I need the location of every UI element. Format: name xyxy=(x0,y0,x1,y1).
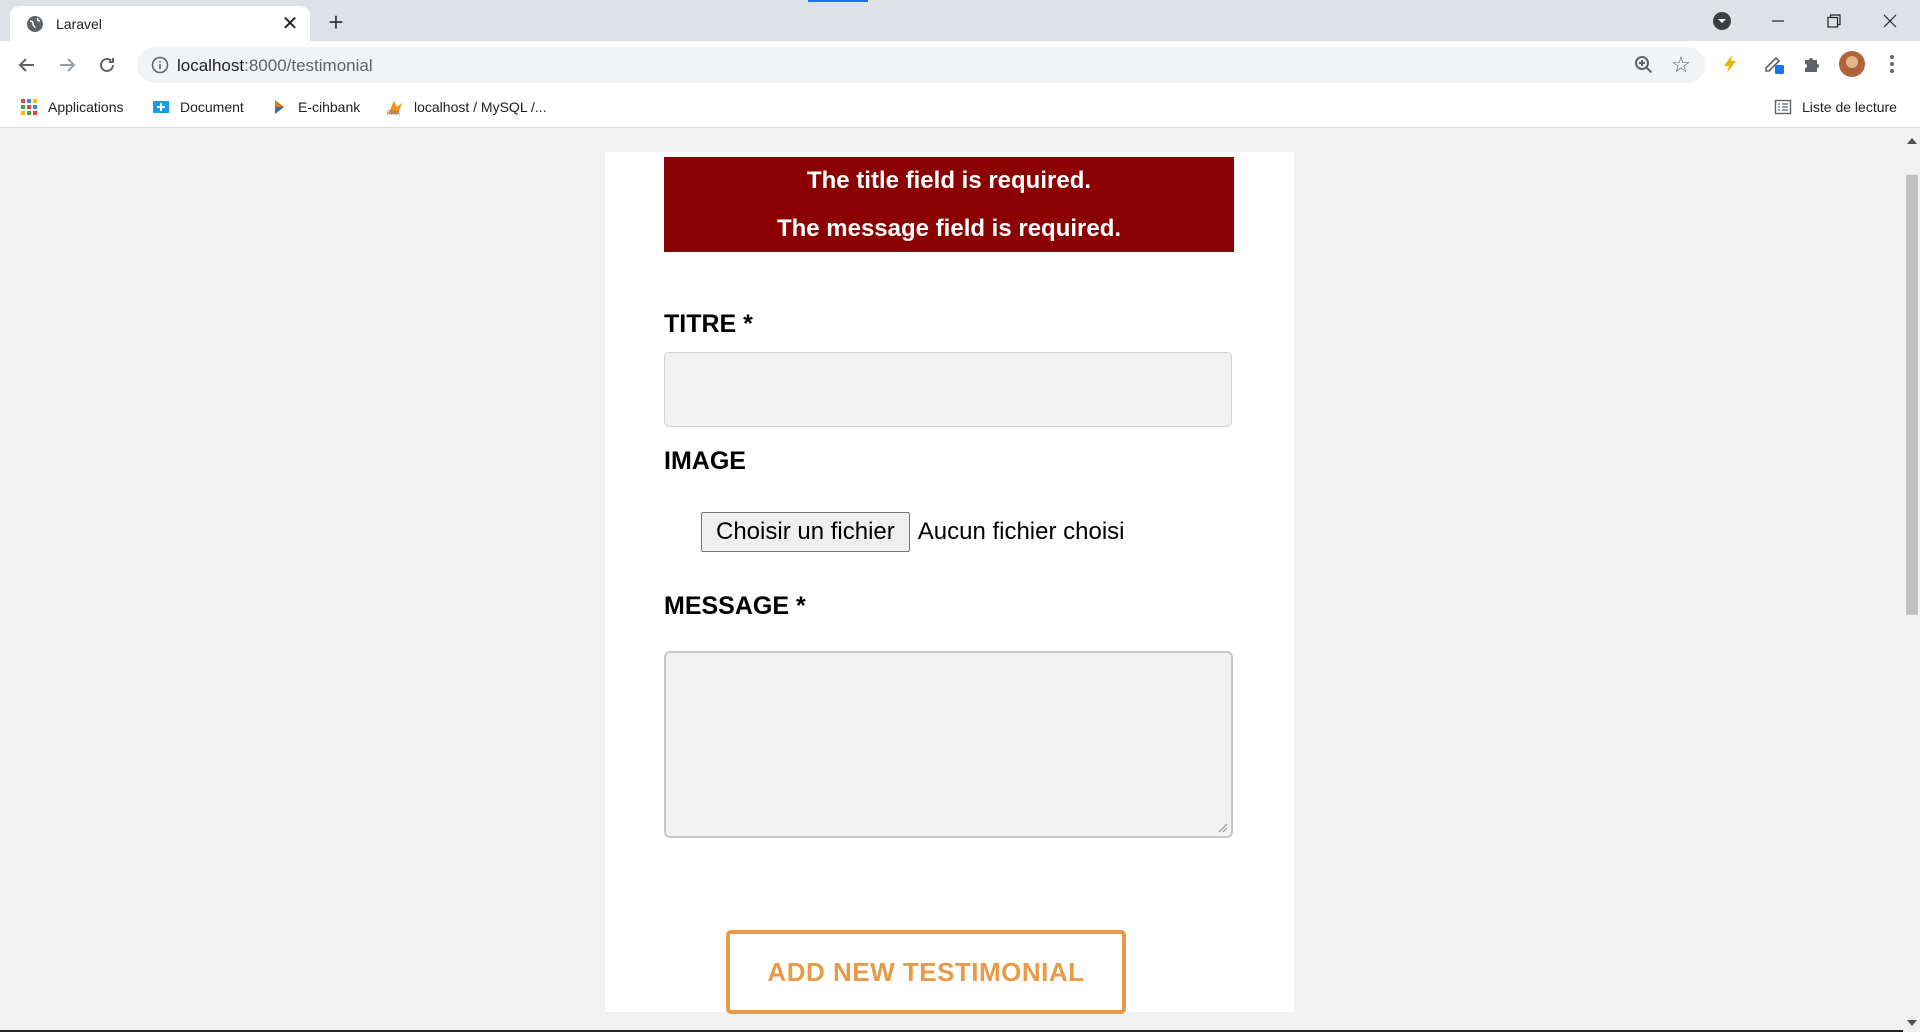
tab-title: Laravel xyxy=(56,15,102,32)
phpmyadmin-icon: PMA xyxy=(387,101,402,116)
error-alert: The title field is required. The message… xyxy=(664,157,1234,252)
kebab-menu-icon xyxy=(1890,55,1894,73)
forward-button[interactable] xyxy=(50,48,84,82)
error-message: The message field is required. xyxy=(776,215,1122,242)
resize-grip-icon[interactable] xyxy=(1218,823,1228,833)
bookmark-applications[interactable]: Applications xyxy=(20,98,124,116)
bookmark-document[interactable]: Document xyxy=(152,98,244,116)
extensions-button[interactable] xyxy=(1798,50,1826,78)
message-label: MESSAGE * xyxy=(664,592,806,620)
scroll-down-icon[interactable] xyxy=(1907,1020,1917,1026)
reading-list-label: Liste de lecture xyxy=(1802,99,1897,115)
url-text[interactable]: localhost:8000/testimonial xyxy=(177,56,373,76)
browser-toolbar: localhost:8000/testimonial ☆ xyxy=(0,41,1920,88)
reload-button[interactable] xyxy=(90,48,124,82)
bookmarks-bar: Applications Document E-cihbank PMA loca… xyxy=(0,88,1920,128)
extension-lightning-button[interactable] xyxy=(1716,50,1744,78)
bookmark-e-cihbank[interactable]: E-cihbank xyxy=(270,98,360,116)
bookmark-label: E-cihbank xyxy=(298,99,361,115)
page-scrollbar[interactable] xyxy=(1903,128,1920,1032)
scrollbar-thumb[interactable] xyxy=(1906,175,1918,615)
url-path: :8000/testimonial xyxy=(244,56,373,75)
pen-icon xyxy=(1765,56,1784,74)
restore-icon xyxy=(1827,13,1841,28)
apps-grid-icon xyxy=(21,99,37,115)
back-button[interactable] xyxy=(10,48,44,82)
browser-menu-button[interactable] xyxy=(1878,50,1906,78)
minimize-icon xyxy=(1772,19,1784,22)
title-input[interactable] xyxy=(664,352,1232,427)
bookmark-label: Document xyxy=(180,99,244,115)
reading-list-button[interactable]: Liste de lecture xyxy=(1774,98,1897,116)
tab-search-button[interactable] xyxy=(1694,0,1750,41)
globe-icon xyxy=(27,15,43,32)
browser-tab[interactable]: Laravel ✕ xyxy=(10,6,310,41)
profile-avatar[interactable] xyxy=(1838,50,1866,78)
loading-indicator xyxy=(808,0,868,2)
message-textarea[interactable] xyxy=(664,651,1233,838)
zoom-icon[interactable] xyxy=(1633,54,1655,76)
new-tab-button[interactable]: + xyxy=(322,7,350,37)
bookmark-star-icon[interactable]: ☆ xyxy=(1669,53,1693,77)
file-status-text: Aucun fichier choisi xyxy=(917,518,1125,545)
lightning-icon xyxy=(1724,55,1736,73)
avatar-icon xyxy=(1839,51,1865,77)
reading-list-icon xyxy=(1774,99,1792,115)
testimonial-form-card: The title field is required. The message… xyxy=(605,152,1294,1014)
info-icon[interactable] xyxy=(151,56,169,74)
add-testimonial-button[interactable]: ADD NEW TESTIMONIAL xyxy=(726,930,1126,1014)
puzzle-icon xyxy=(1805,58,1819,72)
close-icon xyxy=(1883,14,1897,27)
bookmark-label: Applications xyxy=(48,99,124,115)
page-viewport: The title field is required. The message… xyxy=(0,128,1903,1032)
image-file-input[interactable]: Choisir un fichier Aucun fichier choisi xyxy=(701,512,1125,552)
document-bookmark-icon xyxy=(153,101,169,113)
play-bookmark-icon xyxy=(275,100,284,114)
bookmark-label: localhost / MySQL /... xyxy=(414,99,547,115)
scroll-up-icon[interactable] xyxy=(1907,138,1917,144)
error-message: The title field is required. xyxy=(806,167,1092,194)
bookmark-phpmyadmin[interactable]: PMA localhost / MySQL /... xyxy=(386,98,547,116)
chevron-down-icon xyxy=(1713,11,1731,30)
title-label: TITRE * xyxy=(664,310,753,338)
restore-button[interactable] xyxy=(1806,0,1862,41)
reload-icon xyxy=(100,57,114,72)
url-host: localhost xyxy=(177,56,245,75)
close-window-button[interactable] xyxy=(1862,0,1918,41)
svg-text:PMA: PMA xyxy=(387,111,400,116)
arrow-right-icon xyxy=(60,58,76,72)
image-label: IMAGE xyxy=(664,447,746,475)
arrow-left-icon xyxy=(18,58,34,72)
address-bar[interactable]: localhost:8000/testimonial ☆ xyxy=(137,47,1705,83)
minimize-button[interactable] xyxy=(1750,0,1806,41)
choose-file-button[interactable]: Choisir un fichier xyxy=(701,512,910,552)
tab-strip: Laravel ✕ + xyxy=(0,0,1920,41)
close-tab-icon[interactable]: ✕ xyxy=(276,10,304,38)
extension-pen-button[interactable] xyxy=(1760,50,1788,78)
